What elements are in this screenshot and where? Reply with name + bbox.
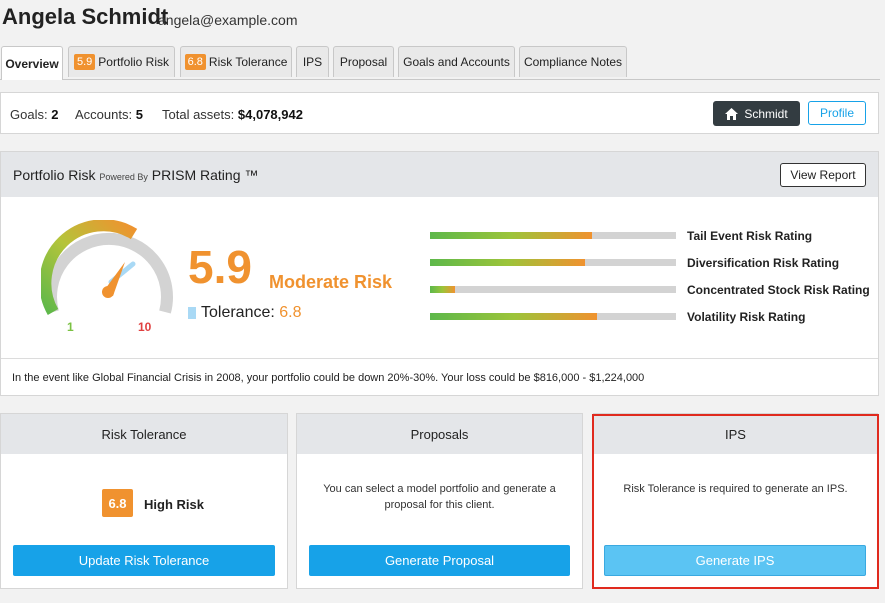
tab-bar: Overview 5.9 Portfolio Risk 6.8 Risk Toler… [0,46,880,80]
rating-bar-fill [430,313,598,320]
proposals-card: Proposals You can select a model portfol… [296,413,583,589]
total-assets: Total assets: $4,078,942 [162,107,303,122]
tab-overview[interactable]: Overview [1,46,63,80]
client-header: Angela Schmidt angela@example.com [0,0,885,40]
rating-bar-fill [430,286,455,293]
portfolio-risk-header: Portfolio Risk Powered By PRISM Rating ™… [1,152,878,197]
view-report-button[interactable]: View Report [780,163,866,187]
tab-compliance-notes[interactable]: Compliance Notes [519,46,627,77]
rating-bar-tail-event [430,232,676,239]
gauge-max-label: 10 [138,320,152,334]
risk-gauge [41,220,173,315]
tolerance-label: Tolerance: 6.8 [201,304,302,321]
tab-ips[interactable]: IPS [296,46,329,77]
risk-tolerance-label: High Risk [144,497,204,512]
rating-bar-volatility [430,313,676,320]
tab-badge: 5.9 [74,54,96,70]
tab-proposal[interactable]: Proposal [333,46,394,77]
update-risk-tolerance-button[interactable]: Update Risk Tolerance [13,545,275,576]
ips-card-highlight [592,414,879,589]
risk-tolerance-badge: 6.8 [102,489,133,517]
gauge-min-label: 1 [67,320,74,334]
portfolio-risk-panel: Portfolio Risk Powered By PRISM Rating ™… [0,151,879,396]
home-icon [725,107,739,120]
goals-count: Goals: 2 [10,107,59,122]
rating-label-volatility: Volatility Risk Rating [687,310,806,324]
risk-note: In the event like Global Financial Crisi… [1,358,878,396]
rating-bar-fill [430,259,585,266]
tab-risk-tolerance[interactable]: 6.8 Risk Tolerance [180,46,292,77]
summary-bar: Goals: 2 Accounts: 5 Total assets: $4,07… [0,92,879,134]
profile-button[interactable]: Profile [808,101,866,125]
tab-badge: 6.8 [184,54,206,70]
tolerance-marker [188,307,196,319]
portfolio-risk-title: Portfolio Risk Powered By PRISM Rating ™ [13,167,259,183]
tab-portfolio-risk[interactable]: 5.9 Portfolio Risk [68,46,175,77]
card-title: Proposals [297,414,582,454]
client-email: angela@example.com [158,12,298,28]
risk-score: 5.9 [188,241,252,293]
generate-proposal-button[interactable]: Generate Proposal [309,545,570,576]
rating-bar-concentrated-stock [430,286,676,293]
gauge-track [45,232,173,314]
rating-bar-fill [430,232,593,239]
rating-label-tail-event: Tail Event Risk Rating [687,229,813,243]
rating-label-diversification: Diversification Risk Rating [687,256,840,270]
rating-label-concentrated-stock: Concentrated Stock Risk Rating [687,283,870,297]
rating-bar-diversification [430,259,676,266]
risk-score-label: Moderate Risk [269,272,393,292]
household-button[interactable]: Schmidt [713,101,800,126]
client-name: Angela Schmidt [2,4,169,29]
card-title: Risk Tolerance [1,414,287,454]
accounts-count: Accounts: 5 [75,107,143,122]
risk-tolerance-card: Risk Tolerance 6.8 High Risk Update Risk… [0,413,288,589]
tab-goals-and-accounts[interactable]: Goals and Accounts [398,46,515,77]
proposals-description: You can select a model portfolio and gen… [323,483,556,511]
